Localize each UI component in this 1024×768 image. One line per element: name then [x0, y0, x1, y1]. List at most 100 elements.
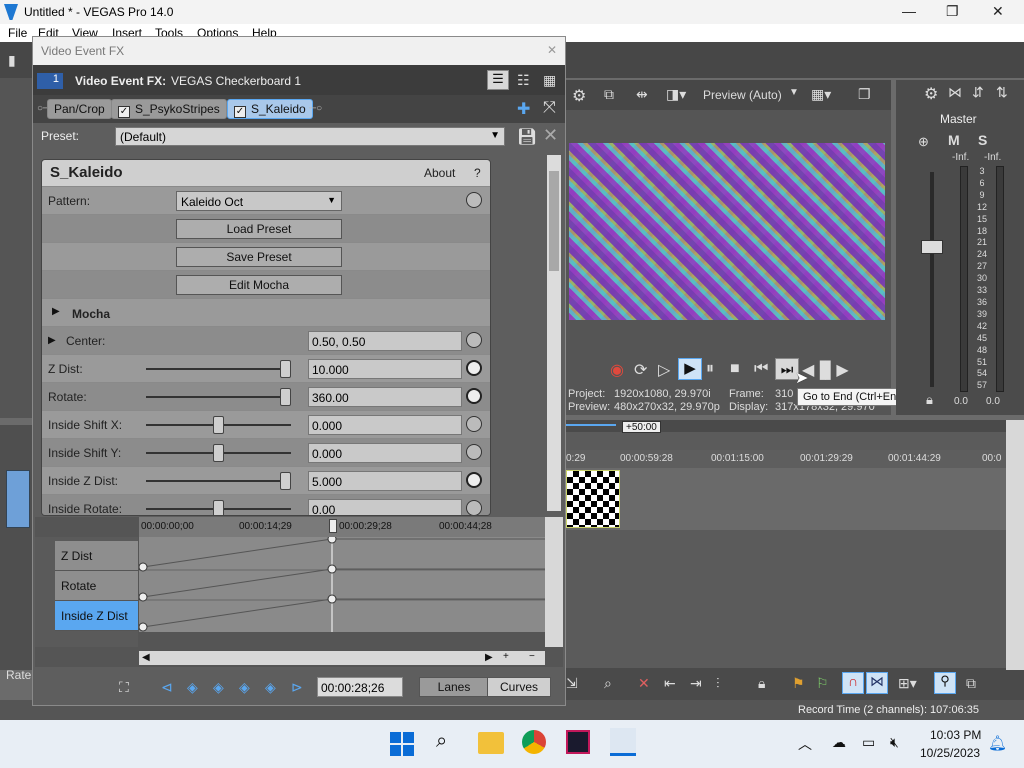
settings-gear-icon[interactable]: ⚙ — [572, 86, 586, 106]
pause-icon[interactable]: ⏸ — [706, 360, 714, 378]
mute-button[interactable]: M — [948, 132, 960, 148]
minimize-button[interactable]: — — [902, 3, 916, 19]
sync-cursor-icon[interactable]: ⛶ — [119, 679, 129, 696]
kf-track-inside-z-dist[interactable]: Inside Z Dist — [55, 601, 138, 631]
save-preset-icon[interactable]: 💾︎ — [517, 127, 537, 147]
track-header-thumb[interactable] — [6, 470, 30, 528]
display-icon[interactable]: ▭ — [862, 734, 875, 751]
search-icon[interactable]: ⌕ — [436, 730, 447, 753]
slider-thumb[interactable] — [280, 472, 291, 490]
chevron-down-icon[interactable]: ▼ — [789, 87, 799, 98]
center-animate-icon[interactable] — [466, 332, 482, 348]
fx-routing-icon[interactable]: ⇅ — [996, 84, 1008, 101]
animate-icon[interactable] — [466, 416, 482, 432]
start-button[interactable] — [390, 732, 414, 756]
curves-button[interactable]: Curves — [487, 677, 551, 697]
auto-crossfade-button[interactable]: ⋈ — [866, 672, 888, 694]
loop-icon[interactable]: ⟳ — [634, 360, 647, 380]
details-view-icon[interactable]: ☷ — [517, 72, 530, 89]
checkbox-icon[interactable]: ✓ — [118, 106, 130, 118]
vegas-taskbar-icon[interactable] — [610, 728, 636, 756]
video-event-clip[interactable] — [566, 470, 620, 528]
add-keyframe-icon[interactable]: ◈ — [213, 679, 224, 696]
trim-start-icon[interactable]: ⇤ — [664, 675, 676, 692]
fx-close-button[interactable]: ✕ — [547, 43, 557, 57]
app-icon[interactable] — [566, 730, 590, 754]
kf-hscroll[interactable]: ◀ ▶ + − — [139, 651, 545, 665]
first-keyframe-icon[interactable]: ⊲ — [161, 679, 173, 696]
chevron-up-icon[interactable]: ︿ — [798, 734, 812, 754]
kf-playhead-handle[interactable] — [329, 519, 337, 533]
master-fader-thumb[interactable] — [921, 240, 943, 254]
param-value[interactable]: 5.000 — [308, 471, 462, 491]
inside-rotate-slider[interactable] — [146, 500, 291, 515]
mocha-group-row[interactable]: ▶ Mocha — [42, 298, 490, 326]
param-value[interactable]: 0.000 — [308, 443, 462, 463]
grid-view-icon[interactable]: ▦ — [543, 72, 556, 89]
help-button[interactable]: ? — [474, 166, 481, 180]
param-value[interactable]: 0.00 — [308, 499, 462, 515]
marker-icon[interactable]: ⚑ — [792, 675, 805, 692]
slider-thumb[interactable] — [280, 360, 291, 378]
inside-shift-y-slider[interactable] — [146, 444, 291, 462]
param-value[interactable]: 10.000 — [308, 359, 462, 379]
pattern-dropdown[interactable]: Kaleido Oct ▼ — [176, 191, 342, 211]
preset-dropdown[interactable]: (Default) ▼ — [115, 127, 505, 146]
kf-track-rotate[interactable]: Rotate — [55, 571, 138, 601]
ripple-edit-icon[interactable]: ⊞▾ — [898, 675, 917, 692]
stop-icon[interactable]: ■ — [730, 360, 740, 378]
animate-icon[interactable] — [466, 500, 482, 515]
center-value[interactable]: 0.50, 0.50 — [308, 331, 462, 351]
envelope-button[interactable]: ⚲ — [934, 672, 956, 694]
edit-mocha-button[interactable]: Edit Mocha — [176, 275, 342, 295]
play-from-start-icon[interactable]: ▷ — [658, 360, 670, 380]
animate-active-icon[interactable] — [466, 472, 482, 488]
lanes-button[interactable]: Lanes — [419, 677, 489, 697]
delete-keyframe-icon[interactable]: ◈ — [265, 679, 276, 696]
kf-track-z-dist[interactable]: Z Dist — [55, 541, 138, 571]
next-keyframe-icon[interactable]: ◈ — [239, 679, 250, 696]
chrome-icon[interactable] — [522, 730, 546, 754]
external-monitor-icon[interactable]: ⧉ — [604, 86, 614, 103]
lock-event-icon[interactable]: 🔒︎ — [758, 675, 765, 692]
zoom-in-icon[interactable]: + — [503, 651, 509, 662]
expand-icon[interactable]: ▶ — [48, 335, 56, 346]
remove-plugin-icon[interactable]: ⤧ — [543, 99, 556, 117]
region-icon[interactable]: ⚐ — [816, 675, 829, 692]
split-screen-icon[interactable]: ⇹ — [636, 86, 648, 103]
selection-tool-icon[interactable]: ⇲ — [566, 675, 578, 692]
slider-thumb[interactable] — [213, 500, 224, 515]
zoom-tool-icon[interactable]: ⌕ — [604, 675, 612, 692]
dim-icon[interactable]: ⇵ — [972, 84, 984, 101]
timecode-field[interactable]: 00:00:28;26 — [317, 677, 403, 697]
rotate-slider[interactable] — [146, 388, 291, 406]
slider-thumb[interactable] — [280, 388, 291, 406]
network-icon[interactable]: ☁ — [832, 734, 846, 751]
master-fx-button[interactable]: ⊕ — [918, 134, 929, 150]
plugin-scrollbar[interactable] — [547, 155, 561, 511]
notification-bell-icon[interactable]: 🔔︎ — [988, 734, 1007, 752]
plugin-chain-icon[interactable]: ✚ — [517, 99, 530, 119]
overlay-icon[interactable]: ◨▾ — [666, 86, 686, 103]
delete-preset-icon[interactable]: ✕ — [543, 125, 558, 146]
animate-active-icon[interactable] — [466, 360, 482, 376]
zoom-out-icon[interactable]: − — [529, 651, 535, 662]
restore-button[interactable]: ❐ — [946, 3, 959, 20]
pattern-animate-icon[interactable] — [466, 192, 482, 208]
lock-icon[interactable]: 🔒︎ — [926, 392, 933, 408]
solo-button[interactable]: S — [978, 132, 987, 148]
grid-icon[interactable]: ▦▾ — [811, 86, 831, 103]
scroll-left-icon[interactable]: ◀ — [142, 652, 150, 663]
slider-thumb[interactable] — [213, 444, 224, 462]
kf-vscroll[interactable] — [545, 517, 563, 647]
master-fader-track[interactable] — [930, 172, 934, 387]
clock-date[interactable]: 10/25/2023 — [920, 746, 980, 760]
menu-file[interactable]: File — [8, 26, 27, 40]
list-view-button[interactable]: ☰ — [487, 70, 509, 90]
z-dist-slider[interactable] — [146, 360, 291, 378]
save-preset-button[interactable]: Save Preset — [176, 247, 342, 267]
slider-thumb[interactable] — [213, 416, 224, 434]
param-value[interactable]: 360.00 — [308, 387, 462, 407]
next-frame-icon[interactable]: ▌▶ — [825, 360, 849, 380]
mixer-settings-icon[interactable]: ⚙ — [924, 84, 938, 104]
